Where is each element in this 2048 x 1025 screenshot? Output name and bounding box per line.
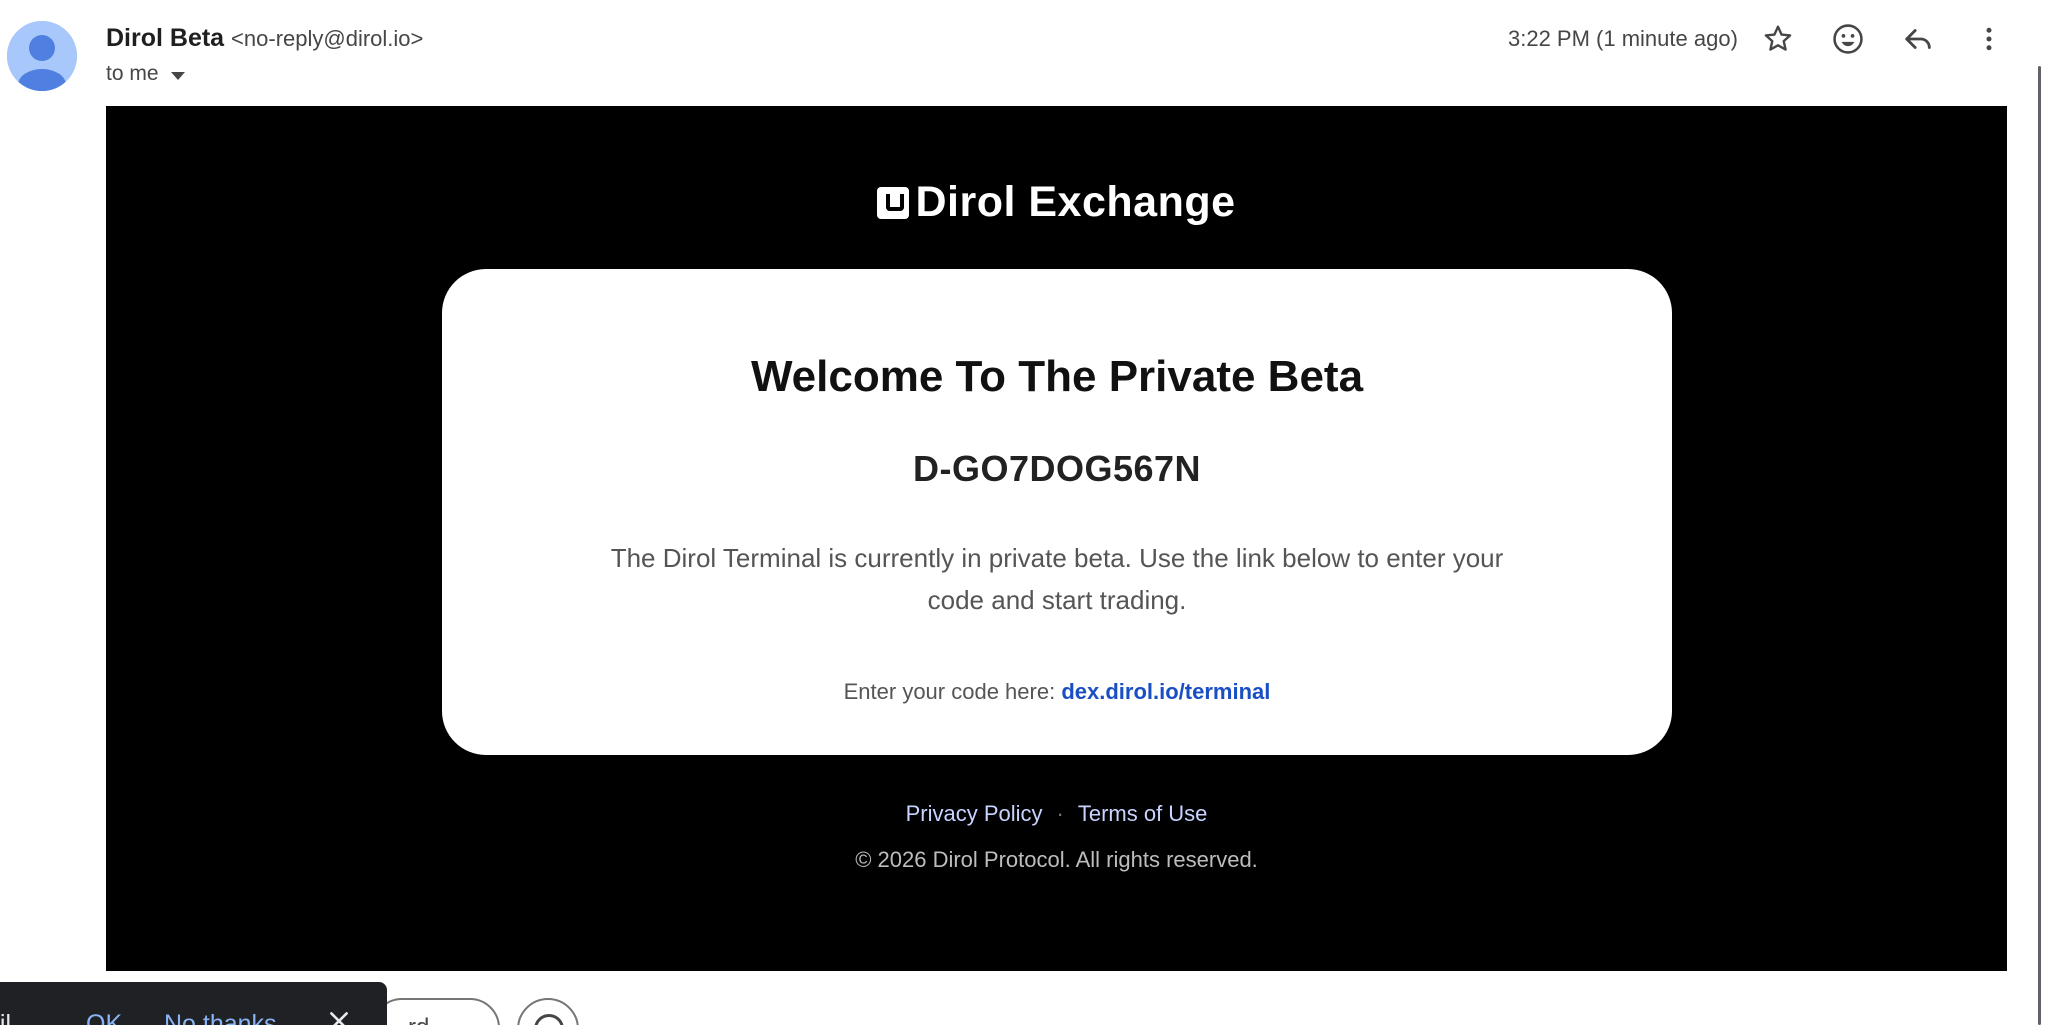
reply-icon [1905, 29, 1931, 49]
person-icon [7, 21, 77, 91]
forward-button-label: rd [408, 1014, 429, 1025]
card-title: Welcome To The Private Beta [750, 352, 1364, 401]
recipient-label: to me [106, 62, 159, 85]
dirol-logo-icon [877, 186, 910, 219]
star-button[interactable] [1757, 18, 1799, 60]
emoji-reaction-button[interactable] [517, 998, 579, 1025]
scrollbar[interactable] [2038, 66, 2041, 1025]
beta-code: D-GO7DOG567N [912, 448, 1202, 489]
enter-code-line: Enter your code here: dex.dirol.io/termi… [442, 677, 1672, 707]
sender-avatar[interactable] [7, 21, 77, 91]
terms-of-use-link[interactable]: Terms of Use [1078, 799, 1208, 829]
sender-name[interactable]: Dirol Beta [106, 24, 224, 52]
email-timestamp: 3:22 PM (1 minute ago) [1508, 26, 1738, 51]
recipient-toggle[interactable]: to me [106, 60, 185, 88]
more-vert-icon [1986, 27, 1992, 51]
add-reaction-button[interactable] [1827, 18, 1869, 60]
copyright: © 2026 Dirol Protocol. All rights reserv… [855, 847, 1258, 872]
footer-separator: · [1056, 801, 1064, 826]
snackbar-ok-button[interactable]: OK [86, 994, 122, 1025]
sender-line: Dirol Beta <no-reply@dirol.io> [106, 22, 423, 55]
more-options-button[interactable] [1968, 18, 2010, 60]
email-body: Dirol Exchange Welcome To The Private Be… [106, 106, 2007, 971]
enter-code-prefix: Enter your code here: [843, 679, 1056, 704]
caret-down-icon [170, 71, 185, 80]
snackbar: ail OK No thanks [0, 982, 387, 1025]
brand-name: Dirol Exchange [915, 178, 1236, 226]
forward-button[interactable]: rd [372, 998, 500, 1025]
card-description: The Dirol Terminal is currently in priva… [610, 543, 1504, 615]
emoji-icon [1833, 24, 1863, 54]
footer-links: Privacy Policy · Terms of Use [106, 799, 2007, 829]
close-icon[interactable] [326, 1008, 352, 1025]
email-view: Dirol Beta <no-reply@dirol.io> to me 3:2… [0, 0, 2048, 1025]
snackbar-message: ail [0, 1010, 12, 1025]
brand-logo: Dirol Exchange [106, 178, 2007, 227]
sender-email: <no-reply@dirol.io> [231, 26, 424, 51]
welcome-card: Welcome To The Private Beta D-GO7DOG567N… [442, 269, 1672, 755]
star-icon [1764, 25, 1792, 51]
privacy-policy-link[interactable]: Privacy Policy [906, 799, 1043, 829]
terminal-link[interactable]: dex.dirol.io/terminal [1061, 679, 1270, 704]
reply-button[interactable] [1897, 18, 1939, 60]
snackbar-no-thanks-button[interactable]: No thanks [164, 994, 277, 1025]
